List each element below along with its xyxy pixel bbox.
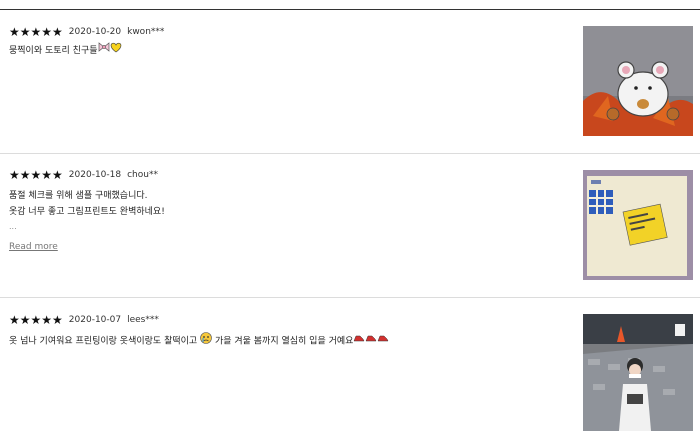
review-item: ★★★★★ 2020-10-18 chou** 품절 체크를 위해 샘플 구매했… (0, 154, 700, 298)
review-line: 품절 체크를 위해 샘플 구매했습니다. (9, 191, 148, 201)
review-body: 품절 체크를 위해 샘플 구매했습니다. 옷감 너무 좋고 그림프린트도 완벽하… (9, 188, 549, 220)
review-line: 가을 겨울 봄까지 열심히 입을 거예요 (214, 336, 354, 347)
review-meta: ★★★★★ 2020-10-07 lees*** (9, 313, 159, 327)
crying-face-icon (200, 332, 212, 350)
review-date: 2020-10-18 (68, 170, 122, 180)
running-shoe-icon (353, 333, 389, 349)
review-body: 옷 넘나 기여워요 프린팅이랑 옷색이랑도 찰떡이고 가을 겨울 봄까지 열심히… (9, 332, 549, 350)
review-photo[interactable] (583, 314, 693, 431)
star-rating: ★★★★★ (9, 313, 63, 327)
review-meta: ★★★★★ 2020-10-20 kwon*** (9, 25, 164, 39)
review-user: lees*** (127, 315, 159, 325)
star-rating: ★★★★★ (9, 168, 63, 182)
yellow-heart-icon (110, 42, 122, 59)
review-line: 옷 넘나 기여워요 프린팅이랑 옷색이랑도 찰떡이고 (9, 336, 198, 347)
review-date: 2020-10-07 (68, 315, 122, 325)
review-line: 옷감 너무 좋고 그림프린트도 완벽하네요! (9, 207, 165, 217)
review-user: kwon*** (127, 27, 165, 37)
review-date: 2020-10-20 (68, 27, 122, 37)
review-ellipsis: ... (9, 222, 17, 231)
review-line: 뭉찍이와 도토리 친구들 (9, 46, 98, 56)
read-more-link[interactable]: Read more (9, 242, 58, 252)
review-photo[interactable] (583, 26, 693, 136)
review-item: ★★★★★ 2020-10-07 lees*** 옷 넘나 기여워요 프린팅이랑… (0, 298, 700, 433)
review-item: ★★★★★ 2020-10-20 kwon*** 뭉찍이와 도토리 친구들 (0, 10, 700, 154)
review-user: chou** (127, 170, 158, 180)
review-body: 뭉찍이와 도토리 친구들 (9, 42, 549, 59)
review-photo[interactable] (583, 170, 693, 280)
star-rating: ★★★★★ (9, 25, 63, 39)
bow-icon (98, 42, 110, 59)
review-meta: ★★★★★ 2020-10-18 chou** (9, 168, 158, 182)
